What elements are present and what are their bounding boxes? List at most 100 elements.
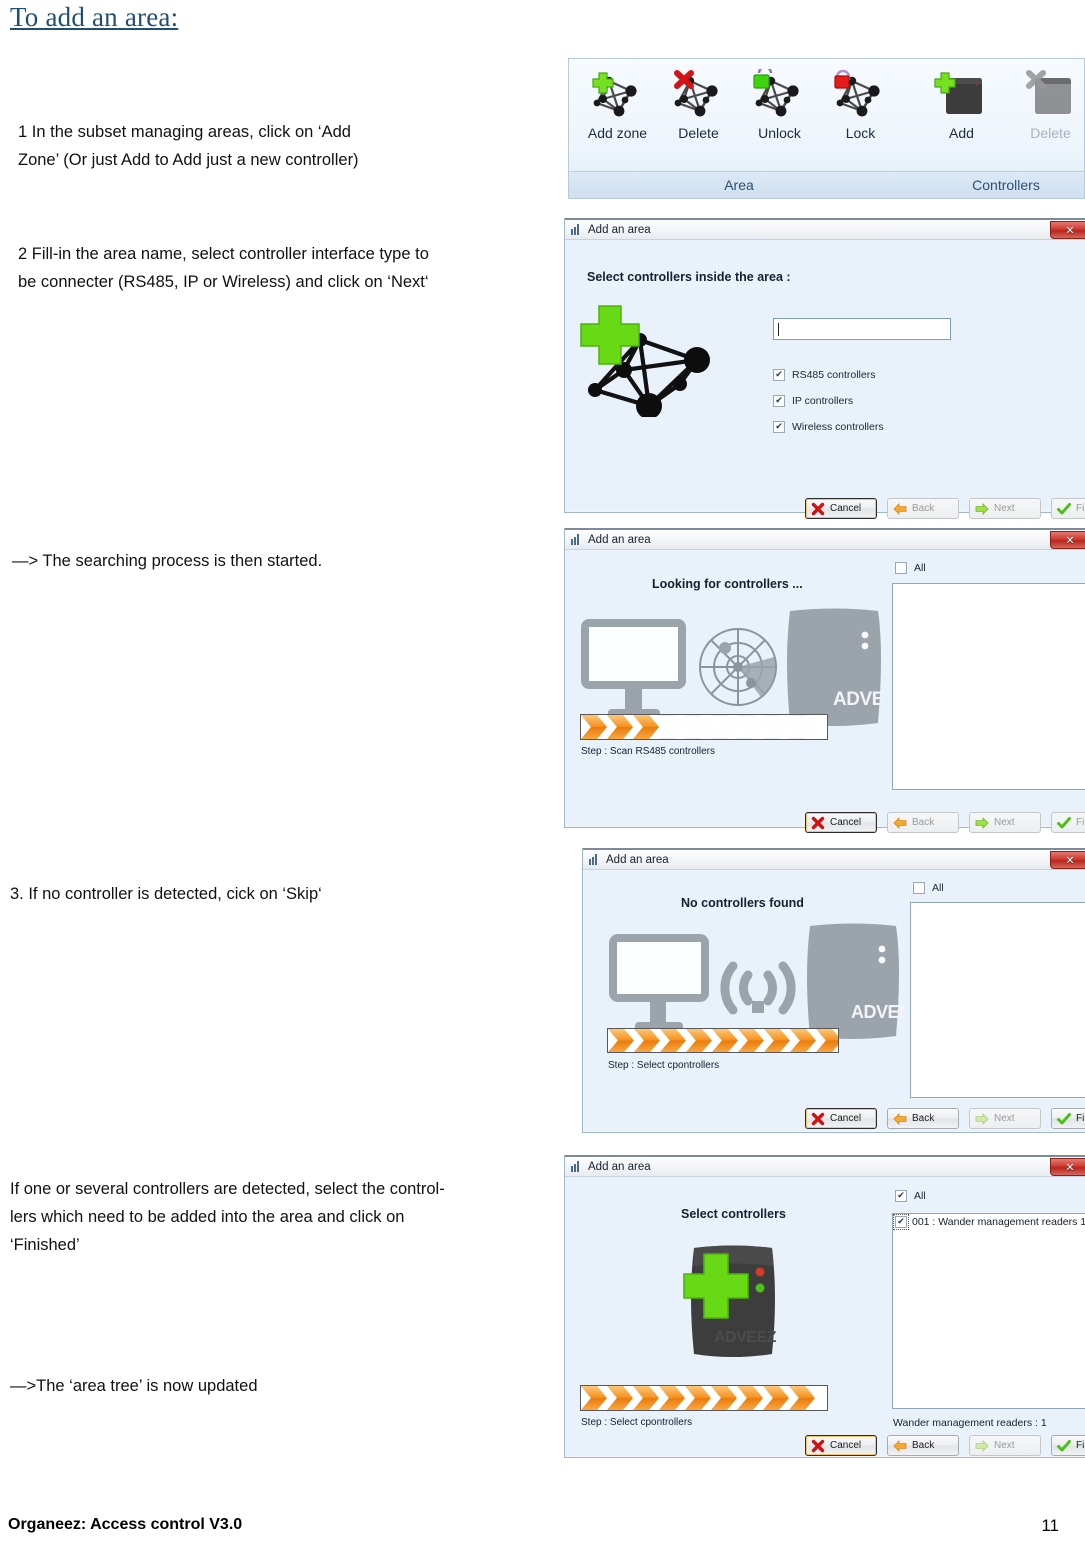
checkbox-all[interactable]: All — [895, 562, 926, 574]
ribbon-toolbar-screenshot: Add zone Delete Unlock Lock Area Add Del… — [568, 58, 1085, 199]
close-icon[interactable]: ✕ — [1050, 1158, 1085, 1176]
back-arrow-icon — [893, 502, 907, 516]
dialog-heading: Looking for controllers ... — [652, 577, 803, 591]
footer-page-number: 11 — [1041, 1516, 1059, 1535]
finish-button[interactable]: Finish — [1051, 1108, 1085, 1129]
progress-chevron-bar — [580, 1385, 828, 1411]
ribbon-button-lock-area[interactable]: Lock — [822, 69, 899, 141]
back-button[interactable]: Back — [887, 812, 959, 833]
checkbox-ip-controllers[interactable]: IP controllers — [773, 395, 853, 407]
ribbon-button-delete-controller: Delete — [1008, 69, 1084, 141]
ribbon-group-label-area: Area — [569, 171, 909, 198]
cancel-label: Cancel — [830, 1440, 862, 1451]
cancel-label: Cancel — [830, 503, 862, 514]
back-label: Back — [912, 817, 935, 828]
page-title: To add an area: — [10, 2, 179, 32]
bars-icon — [571, 224, 582, 235]
back-button[interactable]: Back — [887, 1435, 959, 1456]
instruction-step-3: 3. If no controller is detected, cick on… — [10, 885, 322, 903]
wizard-button-bar: Cancel Back Next Finish — [805, 1108, 1085, 1129]
dialog-heading: Select controllers inside the area : — [587, 270, 791, 284]
back-arrow-icon — [893, 1112, 907, 1126]
dialog-titlebar[interactable]: Add an area ✕ — [565, 218, 1085, 240]
finish-label: Finish — [1076, 817, 1085, 828]
dialog-title: Add an area — [588, 1160, 651, 1173]
controllers-listbox[interactable]: 001 : Wander management readers 1 — [892, 1213, 1085, 1409]
svg-text:ADVEEZ: ADVEEZ — [714, 1329, 777, 1346]
finish-button[interactable]: Finish — [1051, 812, 1085, 833]
checkbox-label: IP controllers — [792, 395, 854, 407]
list-item[interactable]: 001 : Wander management readers 1 — [893, 1214, 1085, 1230]
ribbon-button-add-controller[interactable]: Add — [919, 69, 1004, 141]
cancel-button[interactable]: Cancel — [805, 1108, 877, 1129]
dialog-titlebar[interactable]: Add an area ✕ — [565, 528, 1085, 550]
next-arrow-icon — [975, 1439, 989, 1453]
network-lock-icon — [832, 69, 890, 121]
back-label: Back — [912, 1440, 935, 1451]
red-x-icon — [811, 1439, 825, 1453]
dialog-title: Add an area — [588, 533, 651, 546]
progress-step-label: Step : Select cpontrollers — [608, 1060, 720, 1071]
checkbox-icon — [895, 1190, 907, 1202]
checkbox-label: Wireless controllers — [792, 421, 884, 433]
svg-text:ADVEEZ: ADVEEZ — [851, 1002, 905, 1022]
checkbox-icon — [773, 395, 785, 407]
checkbox-label: All — [914, 562, 926, 574]
ribbon-button-unlock-area[interactable]: Unlock — [741, 69, 818, 141]
dialog-titlebar[interactable]: Add an area ✕ — [583, 848, 1085, 870]
next-label: Next — [994, 503, 1015, 514]
checkbox-label: All — [932, 882, 944, 894]
next-label: Next — [994, 1440, 1015, 1451]
checkbox-all[interactable]: All — [913, 882, 944, 894]
cancel-button[interactable]: Cancel — [805, 812, 877, 833]
close-icon[interactable]: ✕ — [1050, 531, 1085, 549]
dialog-add-an-area-none-found: Add an area ✕ No controllers found ADVE … — [582, 848, 1085, 1133]
cancel-button[interactable]: Cancel — [805, 498, 877, 519]
finish-label: Finish — [1076, 1440, 1085, 1451]
cancel-button[interactable]: Cancel — [805, 1435, 877, 1456]
back-arrow-icon — [893, 1439, 907, 1453]
controllers-listbox[interactable] — [892, 583, 1085, 790]
red-x-icon — [811, 816, 825, 830]
red-x-icon — [811, 1112, 825, 1126]
instruction-step-4: If one or several controllers are detect… — [10, 1180, 445, 1254]
dialog-titlebar[interactable]: Add an area ✕ — [565, 1155, 1085, 1177]
ribbon-label: Lock — [845, 125, 876, 141]
ribbon-button-delete-area[interactable]: Delete — [660, 69, 737, 141]
wizard-button-bar: Cancel Back Next Finish — [805, 498, 1085, 519]
back-button[interactable]: Back — [887, 498, 959, 519]
next-button[interactable]: Next — [969, 1108, 1041, 1129]
checkbox-label: RS485 controllers — [792, 369, 876, 381]
checkbox-wireless-controllers[interactable]: Wireless controllers — [773, 421, 884, 433]
ribbon-button-add-zone[interactable]: Add zone — [579, 69, 656, 141]
next-button[interactable]: Next — [969, 1435, 1041, 1456]
ribbon-group-area: Add zone Delete Unlock Lock Area — [569, 59, 909, 198]
close-icon[interactable]: ✕ — [1050, 851, 1085, 869]
green-check-icon — [1057, 816, 1071, 830]
svg-text:ADVEEZ: ADVEEZ — [833, 689, 885, 710]
checkbox-all[interactable]: All — [895, 1190, 926, 1202]
checkbox-rs485-controllers[interactable]: RS485 controllers — [773, 369, 875, 381]
next-arrow-icon — [975, 502, 989, 516]
next-button[interactable]: Next — [969, 498, 1041, 519]
dialog-title: Add an area — [588, 223, 651, 236]
green-check-icon — [1057, 502, 1071, 516]
finish-button[interactable]: Finish — [1051, 1435, 1085, 1456]
finish-button[interactable]: Finish — [1051, 498, 1085, 519]
finish-label: Finish — [1076, 1113, 1085, 1124]
mesh-network-add-icon — [577, 302, 727, 417]
close-icon[interactable]: ✕ — [1050, 221, 1085, 239]
reader-add-icon: ADVEEZ — [670, 1232, 800, 1372]
controllers-listbox[interactable] — [910, 902, 1085, 1098]
ribbon-group-controllers: Add Delete Controllers — [909, 59, 1084, 198]
bars-icon — [571, 1161, 582, 1172]
green-check-icon — [1057, 1112, 1071, 1126]
next-button[interactable]: Next — [969, 812, 1041, 833]
ribbon-label: Delete — [1030, 125, 1071, 141]
progress-step-label: Step : Scan RS485 controllers — [581, 746, 715, 757]
back-button[interactable]: Back — [887, 1108, 959, 1129]
green-check-icon — [1057, 1439, 1071, 1453]
cancel-label: Cancel — [830, 1113, 862, 1124]
back-label: Back — [912, 503, 935, 514]
area-name-input[interactable] — [773, 318, 951, 340]
